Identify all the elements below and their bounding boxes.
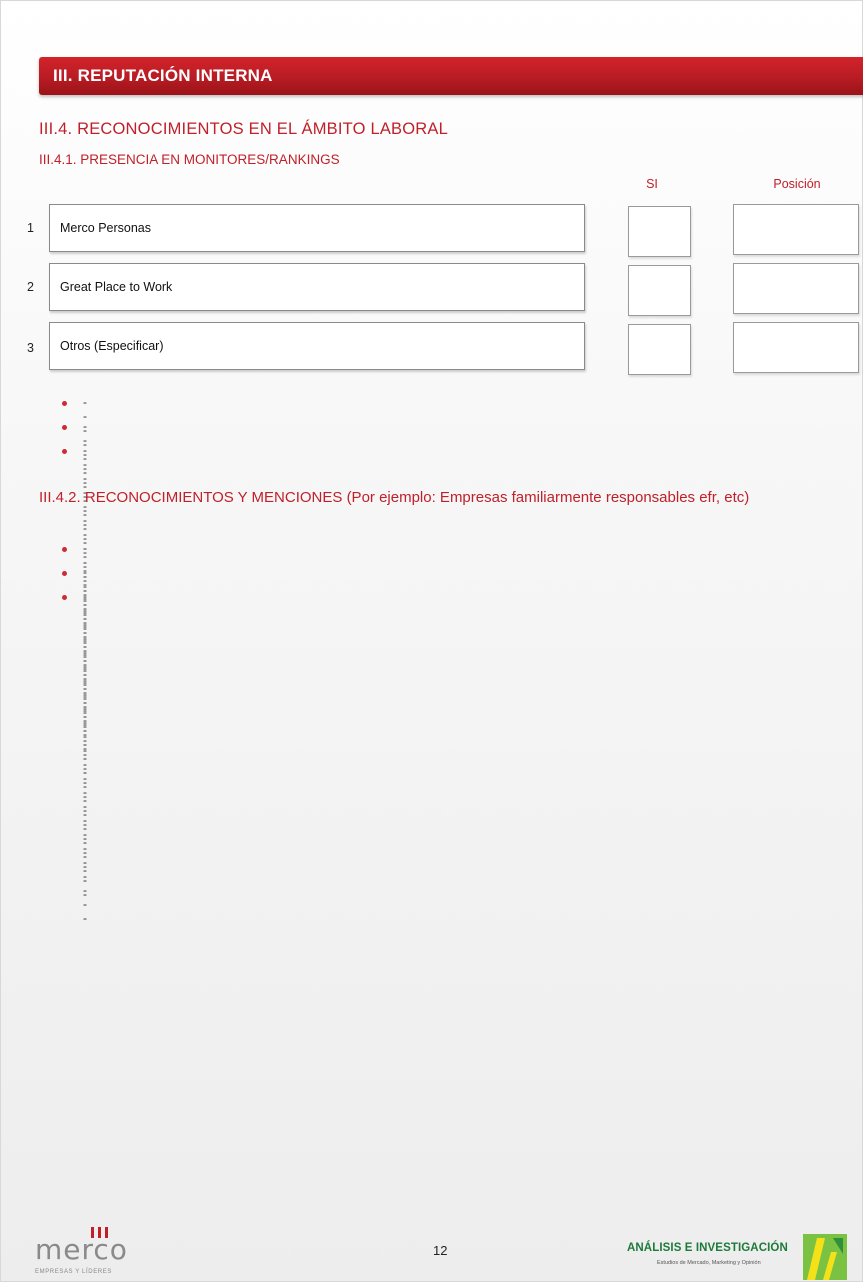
row-number: 3 [27,341,34,355]
column-header-si: SI [646,177,658,191]
si-checkbox[interactable] [628,324,691,375]
position-input[interactable] [733,204,859,255]
ranking-label-text: Great Place to Work [60,280,173,294]
ai-logo-subtitle: Estudios de Mercado, Marketing y Opinión [657,1260,761,1266]
recognitions-paragraph: III.4.2. RECONOCIMIENTOS Y MENCIONES (Po… [39,489,750,506]
merco-logo: merco EMPRESAS Y LÍDERES [35,1225,155,1277]
section-title: III. REPUTACIÓN INTERNA [53,66,273,85]
ranking-label-text: Otros (Especificar) [60,339,164,353]
analisis-investigacion-logo: ANÁLISIS E INVESTIGACIÓN Estudios de Mer… [625,1234,861,1282]
row-number: 1 [27,221,34,235]
bullet-icon [62,595,67,600]
ranking-label-text: Merco Personas [60,221,152,235]
ai-logo-mark-icon [803,1234,847,1280]
bullet-icon [62,401,67,406]
ranking-row-label: Merco Personas [49,204,585,252]
bullet-icon [62,547,67,552]
section-header-bar: III. REPUTACIÓN INTERNA [39,57,863,95]
subsubsection-title: III.4.1. PRESENCIA EN MONITORES/RANKINGS [39,152,340,167]
position-input[interactable] [733,263,859,314]
merco-logo-tagline: EMPRESAS Y LÍDERES [35,1269,112,1275]
position-input[interactable] [733,322,859,373]
si-checkbox[interactable] [628,265,691,316]
column-header-posicion: Posición [773,177,821,191]
bullet-icon [62,449,67,454]
subsection-title: III.4. RECONOCIMIENTOS EN EL ÁMBITO LABO… [39,120,448,138]
bullet-icon [62,571,67,576]
row-number: 2 [27,280,34,294]
list-item-text: ------------------------ [83,589,87,925]
page-number: 12 [433,1243,448,1258]
bullet-icon [62,425,67,430]
merco-logo-word: merco [35,1233,128,1266]
si-checkbox[interactable] [628,206,691,257]
ai-logo-title: ANÁLISIS E INVESTIGACIÓN [627,1242,788,1254]
ranking-row-label: Great Place to Work [49,263,585,311]
ranking-row-label: Otros (Especificar) [49,322,585,370]
